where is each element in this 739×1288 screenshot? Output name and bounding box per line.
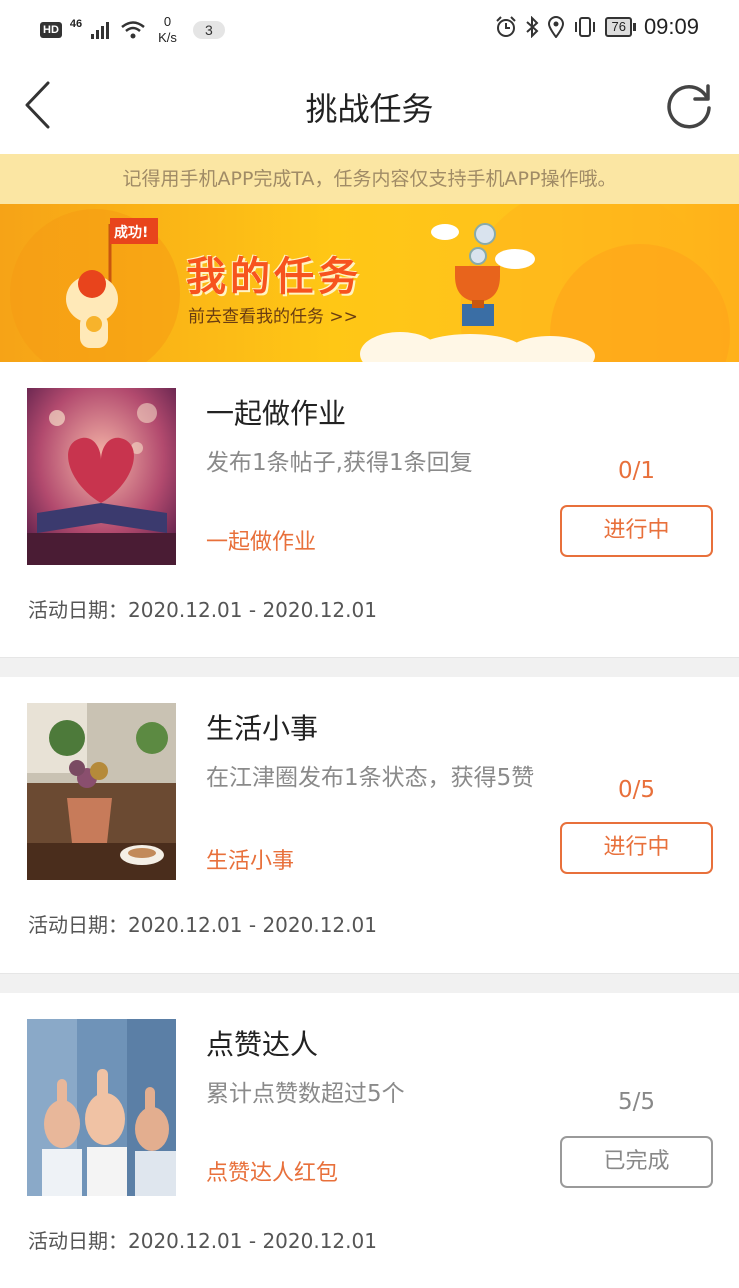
- refresh-button[interactable]: [661, 78, 717, 134]
- page-title: 挑战任务: [305, 90, 434, 128]
- bluetooth-icon: [526, 16, 539, 38]
- speed-unit: K/s: [158, 30, 177, 45]
- task-thumbnail-flowers: [27, 703, 176, 880]
- task-progress: 0/1: [617, 458, 655, 484]
- task-status-button[interactable]: 进行中: [560, 505, 713, 557]
- vibrate-icon: [575, 17, 596, 37]
- task-card[interactable]: 一起做作业 发布1条帖子,获得1条回复 一起做作业 0/1 进行中 活动日期：2…: [0, 362, 739, 657]
- location-icon: [548, 16, 565, 38]
- title-bar: 挑战任务: [0, 56, 739, 154]
- task-description: 发布1条帖子,获得1条回复: [206, 450, 473, 476]
- task-tag: 点赞达人红包: [206, 1161, 339, 1186]
- speed-value: 0: [163, 14, 172, 29]
- task-title: 一起做作业: [206, 397, 347, 430]
- status-bar-right: 76 09:09: [495, 14, 699, 40]
- notification-count-badge: 3: [192, 21, 225, 39]
- battery-level: 76: [605, 17, 632, 37]
- task-thumbnail-thumbs-up: [27, 1019, 176, 1196]
- task-description: 累计点赞数超过5个: [206, 1081, 405, 1107]
- task-card[interactable]: 生活小事 在江津圈发布1条状态，获得5赞 生活小事 0/5 进行中 活动日期：2…: [0, 677, 739, 972]
- banner-badge: 成功!: [114, 224, 148, 241]
- wifi-icon: [121, 21, 145, 39]
- banner-illustration: 成功!: [10, 204, 730, 362]
- refresh-icon: [667, 84, 711, 129]
- status-bar-left: HD 46 0 K/s 3: [40, 14, 225, 46]
- task-progress: 0/5: [617, 777, 655, 803]
- status-bar: HD 46 0 K/s 3 76 09:09: [0, 0, 739, 56]
- network-speed: 0 K/s: [158, 14, 177, 46]
- battery-icon: 76: [605, 17, 636, 37]
- notice-bar: 记得用手机APP完成TA，任务内容仅支持手机APP操作哦。: [0, 154, 739, 204]
- alarm-icon: [496, 16, 517, 37]
- network-type: 46: [69, 18, 83, 30]
- task-tag: 一起做作业: [206, 530, 317, 555]
- task-title: 点赞达人: [206, 1028, 319, 1061]
- task-card[interactable]: 点赞达人 累计点赞数超过5个 点赞达人红包 5/5 已完成 活动日期：2020.…: [0, 993, 739, 1288]
- banner-title: 我的任务: [186, 254, 362, 300]
- task-description: 在江津圈发布1条状态，获得5赞: [206, 765, 535, 791]
- task-date: 活动日期：2020.12.01 - 2020.12.01: [28, 913, 377, 937]
- task-title: 生活小事: [206, 712, 319, 745]
- task-date: 活动日期：2020.12.01 - 2020.12.01: [28, 598, 377, 622]
- banner-subtitle[interactable]: 前去查看我的任务 >>: [188, 302, 358, 327]
- my-tasks-banner[interactable]: 成功! 我的任务 前去查看我的任务 >>: [0, 204, 739, 362]
- task-status-button[interactable]: 已完成: [560, 1136, 713, 1188]
- section-divider: [0, 657, 739, 677]
- task-tag: 生活小事: [206, 849, 295, 874]
- clock: 09:09: [643, 14, 699, 39]
- hd-badge: HD: [40, 22, 62, 38]
- task-thumbnail-book: [27, 388, 176, 565]
- task-status-button[interactable]: 进行中: [560, 822, 713, 874]
- task-date: 活动日期：2020.12.01 - 2020.12.01: [28, 1229, 377, 1253]
- section-divider: [0, 973, 739, 993]
- cellular-signal-icon: [91, 22, 110, 39]
- task-progress: 5/5: [617, 1089, 655, 1115]
